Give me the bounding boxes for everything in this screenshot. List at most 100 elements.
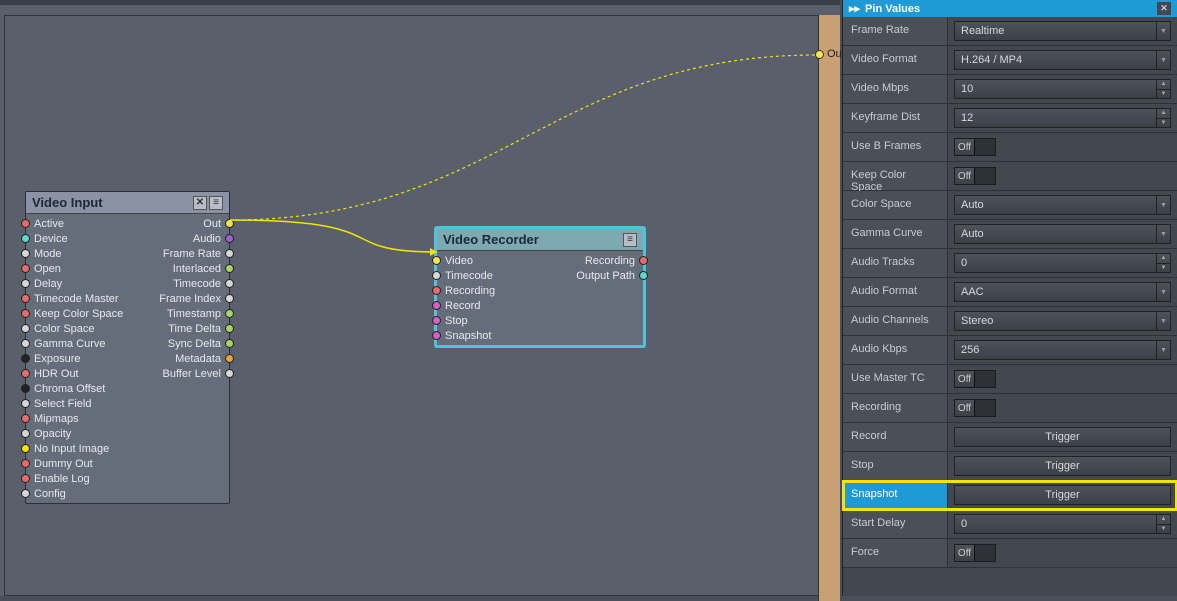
output-pin[interactable] — [639, 271, 648, 280]
input-pin[interactable] — [21, 354, 30, 363]
input-pin[interactable] — [21, 339, 30, 348]
pin-label: Record — [445, 300, 480, 312]
input-pin[interactable] — [432, 256, 441, 265]
toggle-switch[interactable]: Off — [954, 370, 996, 388]
pin-row: No Input Image — [26, 441, 229, 456]
number-input[interactable]: 0▲▼ — [954, 514, 1171, 534]
spinner-buttons[interactable]: ▲▼ — [1156, 80, 1170, 98]
toggle-switch[interactable]: Off — [954, 399, 996, 417]
node-header[interactable]: Video Input ✕ ≡ — [26, 192, 229, 214]
input-pin[interactable] — [432, 271, 441, 280]
pin-label: Timecode — [173, 278, 221, 290]
property-row: RecordingOff — [843, 394, 1177, 423]
pin-label: Chroma Offset — [34, 383, 105, 395]
pin-row: ExposureMetadata — [26, 351, 229, 366]
output-pin[interactable] — [225, 369, 234, 378]
input-pin[interactable] — [21, 444, 30, 453]
output-pin[interactable] — [225, 339, 234, 348]
spinner-buttons[interactable]: ▲▼ — [1156, 515, 1170, 533]
input-pin[interactable] — [432, 301, 441, 310]
toggle-switch[interactable]: Off — [954, 138, 996, 156]
input-pin[interactable] — [21, 324, 30, 333]
dropdown[interactable]: Auto▼ — [954, 195, 1171, 215]
pin-label: Buffer Level — [162, 368, 221, 380]
dropdown[interactable]: H.264 / MP4▼ — [954, 50, 1171, 70]
trigger-button[interactable]: Trigger — [954, 485, 1171, 505]
input-pin[interactable] — [21, 384, 30, 393]
input-pin[interactable] — [432, 286, 441, 295]
property-label: Force — [843, 539, 948, 567]
node-title: Video Recorder — [443, 232, 539, 247]
input-pin[interactable] — [432, 316, 441, 325]
output-pin[interactable] — [639, 256, 648, 265]
output-pin[interactable] — [225, 294, 234, 303]
property-row: Keep Color SpaceOff — [843, 162, 1177, 191]
pin-label: Out — [203, 218, 221, 230]
node-header[interactable]: Video Recorder ≡ — [437, 229, 643, 251]
output-pin[interactable] — [225, 249, 234, 258]
node-video-recorder[interactable]: Video Recorder ≡ VideoRecordingTimecodeO… — [435, 227, 645, 347]
output-pin[interactable] — [225, 219, 234, 228]
property-row: Audio Kbps 256▼ — [843, 336, 1177, 365]
dropdown[interactable]: Auto▼ — [954, 224, 1171, 244]
property-value-cell: AAC▼ — [948, 278, 1177, 306]
pin-label: Mipmaps — [34, 413, 79, 425]
property-value-cell: H.264 / MP4▼ — [948, 46, 1177, 74]
dropdown[interactable]: Realtime▼ — [954, 21, 1171, 41]
trigger-button[interactable]: Trigger — [954, 427, 1171, 447]
pin-label: Config — [34, 488, 66, 500]
number-input[interactable]: 0▲▼ — [954, 253, 1171, 273]
close-icon[interactable]: ✕ — [193, 196, 207, 210]
properties-table: Frame RateRealtime▼Video FormatH.264 / M… — [843, 17, 1177, 568]
input-pin[interactable] — [21, 414, 30, 423]
node-canvas[interactable]: Video Input ✕ ≡ ActiveOutDeviceAudioMode… — [0, 0, 840, 596]
property-label: Audio Kbps — [843, 336, 948, 364]
pin-row: Keep Color SpaceTimestamp — [26, 306, 229, 321]
pin-label: Recording — [445, 285, 495, 297]
spinner-buttons[interactable]: ▲▼ — [1156, 254, 1170, 272]
property-row: Audio FormatAAC▼ — [843, 278, 1177, 307]
property-row: Use Master TCOff — [843, 365, 1177, 394]
toggle-switch[interactable]: Off — [954, 167, 996, 185]
close-icon[interactable]: ✕ — [1157, 2, 1171, 15]
node-video-input[interactable]: Video Input ✕ ≡ ActiveOutDeviceAudioMode… — [25, 191, 230, 504]
input-pin[interactable] — [21, 264, 30, 273]
input-pin[interactable] — [21, 459, 30, 468]
number-input[interactable]: 10▲▼ — [954, 79, 1171, 99]
input-pin[interactable] — [21, 474, 30, 483]
property-label: Snapshot — [843, 481, 948, 509]
output-pin[interactable] — [225, 234, 234, 243]
dropdown[interactable]: AAC▼ — [954, 282, 1171, 302]
dropdown[interactable]: 256▼ — [954, 340, 1171, 360]
input-pin[interactable] — [21, 249, 30, 258]
dropdown[interactable]: Stereo▼ — [954, 311, 1171, 331]
input-pin[interactable] — [21, 279, 30, 288]
input-pin[interactable] — [21, 309, 30, 318]
pin-label: Timecode — [445, 270, 493, 282]
output-pin[interactable] — [225, 324, 234, 333]
trigger-button[interactable]: Trigger — [954, 456, 1171, 476]
input-pin[interactable] — [21, 219, 30, 228]
output-pin[interactable] — [225, 264, 234, 273]
menu-icon[interactable]: ≡ — [209, 196, 223, 210]
pin-label: Keep Color Space — [34, 308, 123, 320]
toggle-switch[interactable]: Off — [954, 544, 996, 562]
canvas-out-pin[interactable]: Out — [815, 50, 824, 59]
number-input[interactable]: 12▲▼ — [954, 108, 1171, 128]
output-pin[interactable] — [225, 354, 234, 363]
input-pin[interactable] — [21, 399, 30, 408]
input-pin[interactable] — [21, 429, 30, 438]
output-pin[interactable] — [225, 309, 234, 318]
input-pin[interactable] — [21, 369, 30, 378]
input-pin[interactable] — [21, 294, 30, 303]
node-body: ActiveOutDeviceAudioModeFrame RateOpenIn… — [26, 214, 229, 503]
output-pin[interactable] — [225, 279, 234, 288]
menu-icon[interactable]: ≡ — [623, 233, 637, 247]
input-pin[interactable] — [432, 331, 441, 340]
spinner-buttons[interactable]: ▲▼ — [1156, 109, 1170, 127]
property-row: Stop Trigger — [843, 452, 1177, 481]
property-label: Stop — [843, 452, 948, 480]
input-pin[interactable] — [21, 489, 30, 498]
input-pin[interactable] — [21, 234, 30, 243]
panel-header[interactable]: ▸▸ Pin Values ✕ — [843, 0, 1177, 17]
